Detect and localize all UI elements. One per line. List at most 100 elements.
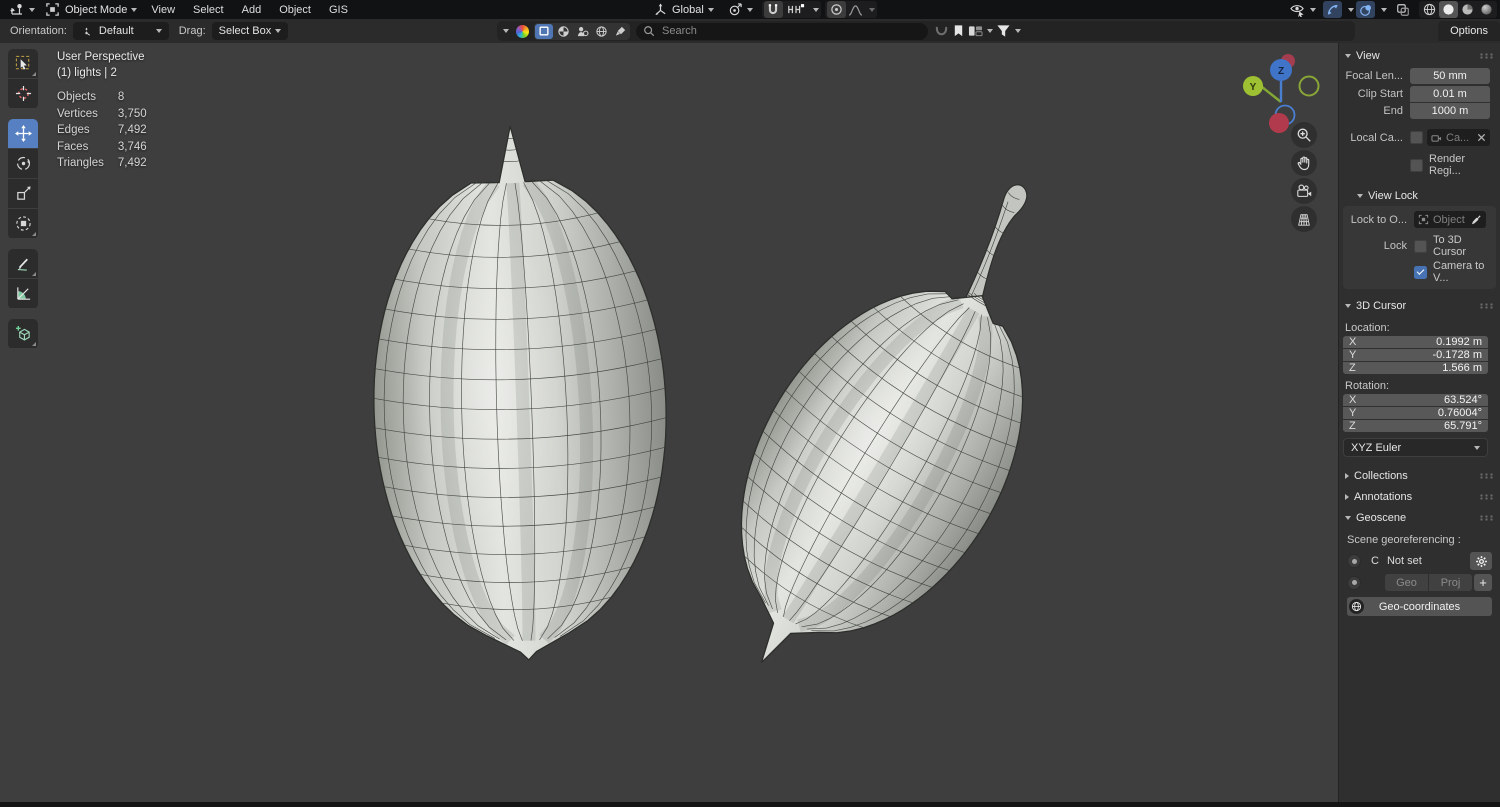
clip-start-field[interactable]: 0.01 m xyxy=(1410,86,1490,102)
rotation-mode-dropdown[interactable]: XYZ Euler xyxy=(1343,438,1488,457)
chevron-down-icon[interactable] xyxy=(1348,8,1354,12)
lock-to-object-field[interactable]: Object xyxy=(1414,211,1486,228)
asset-type-brushes-button[interactable] xyxy=(611,24,629,39)
xray-toggle[interactable] xyxy=(1393,1,1412,18)
snap-target-button[interactable] xyxy=(783,1,809,18)
asset-type-scenes-button[interactable] xyxy=(573,24,591,39)
render-region-checkbox[interactable] xyxy=(1410,159,1423,172)
cursor-tool[interactable] xyxy=(8,79,38,108)
eyedropper-icon[interactable] xyxy=(1471,214,1482,225)
show-overlays-toggle[interactable] xyxy=(1356,1,1375,18)
shading-rendered-button[interactable] xyxy=(1477,1,1496,18)
asset-type-materials-button[interactable] xyxy=(554,24,572,39)
menu-add[interactable]: Add xyxy=(233,1,271,18)
menu-select[interactable]: Select xyxy=(184,1,233,18)
pivot-point-dropdown[interactable] xyxy=(723,1,758,18)
cursor-location-y[interactable]: Y-0.1728 m xyxy=(1343,349,1488,361)
measure-tool[interactable] xyxy=(8,279,38,308)
clip-end-field[interactable]: 1000 m xyxy=(1410,103,1490,119)
mesh-pod-left[interactable] xyxy=(364,121,674,665)
scale-icon xyxy=(15,185,32,202)
toggle-ortho-button[interactable] xyxy=(1291,206,1317,232)
proj-radio[interactable] xyxy=(1347,576,1361,590)
mesh-pod-right[interactable] xyxy=(659,136,1144,725)
pan-button[interactable] xyxy=(1291,150,1317,176)
transform-tool[interactable] xyxy=(8,209,38,238)
panel-header-geoscene[interactable]: Geoscene xyxy=(1339,507,1500,528)
filter-dropdown[interactable] xyxy=(996,24,1021,38)
camera-to-view-checkbox[interactable] xyxy=(1414,266,1427,279)
object-mode-dropdown[interactable]: Object Mode xyxy=(40,1,142,18)
to-3d-cursor-checkbox[interactable] xyxy=(1414,240,1427,253)
search-input[interactable] xyxy=(660,24,921,38)
panel-grip-icon[interactable] xyxy=(1479,53,1494,59)
shading-material-button[interactable] xyxy=(1458,1,1477,18)
zoom-button[interactable] xyxy=(1291,122,1317,148)
scene-canvas[interactable] xyxy=(0,43,1338,803)
lock-label: Lock xyxy=(1343,240,1414,252)
bookmark-icon[interactable] xyxy=(952,24,965,38)
shading-wireframe-button[interactable] xyxy=(1420,1,1439,18)
select-box-tool[interactable] xyxy=(8,49,38,78)
shading-solid-button[interactable] xyxy=(1439,1,1458,18)
geo-coordinates-button[interactable]: Geo-coordinates xyxy=(1347,597,1492,616)
crs-settings-button[interactable] xyxy=(1470,552,1492,570)
local-camera-checkbox[interactable] xyxy=(1410,131,1423,144)
menu-gis[interactable]: GIS xyxy=(320,1,357,18)
chevron-down-icon[interactable] xyxy=(869,8,875,12)
annotate-tool[interactable] xyxy=(8,249,38,278)
transform-orientation-dropdown[interactable]: Global xyxy=(648,1,719,18)
panel-grip-icon[interactable] xyxy=(1479,515,1494,521)
chevron-down-icon[interactable] xyxy=(1381,8,1387,12)
camera-view-button[interactable] xyxy=(1291,178,1317,204)
move-tool[interactable] xyxy=(8,119,38,148)
visibility-dropdown[interactable] xyxy=(1284,1,1321,18)
geo-button[interactable]: Geo xyxy=(1385,574,1428,591)
crs-radio[interactable] xyxy=(1347,554,1361,568)
editor-type-selector[interactable] xyxy=(4,1,40,18)
falloff-curve-button[interactable] xyxy=(846,1,865,18)
chevron-down-icon xyxy=(747,8,753,12)
local-camera-field[interactable]: Ca... xyxy=(1427,129,1490,146)
menu-view[interactable]: View xyxy=(142,1,184,18)
add-cube-tool[interactable] xyxy=(8,319,38,348)
cursor-rotation-y[interactable]: Y0.76004° xyxy=(1343,407,1488,419)
drag-mode-dropdown[interactable]: Select Box xyxy=(212,22,289,40)
axis-x-ball[interactable] xyxy=(1269,113,1289,133)
asset-type-models-button[interactable] xyxy=(535,24,553,39)
focal-length-field[interactable]: 50 mm xyxy=(1410,68,1490,84)
proportional-edit-button[interactable] xyxy=(827,1,846,18)
cursor-rotation-z[interactable]: Z65.791° xyxy=(1343,420,1488,432)
panel-header-view-lock[interactable]: View Lock xyxy=(1339,185,1500,206)
rotate-tool[interactable] xyxy=(8,149,38,178)
chevron-down-icon[interactable] xyxy=(813,8,819,12)
orientation-default-dropdown[interactable]: Default xyxy=(73,22,169,40)
panel-grip-icon[interactable] xyxy=(1479,494,1494,500)
cursor-rotation-x[interactable]: X63.524° xyxy=(1343,394,1488,406)
axis-y-neg-ring[interactable] xyxy=(1300,77,1319,96)
panel-header-annotations[interactable]: Annotations xyxy=(1339,486,1500,507)
show-gizmo-toggle[interactable] xyxy=(1323,1,1342,18)
menu-object[interactable]: Object xyxy=(270,1,320,18)
blenderkit-logo-icon[interactable] xyxy=(516,25,529,38)
options-button[interactable]: Options xyxy=(1438,21,1500,41)
search-field[interactable] xyxy=(636,23,928,40)
panel-grip-icon[interactable] xyxy=(1479,473,1494,479)
panel-header-3d-cursor[interactable]: 3D Cursor xyxy=(1339,295,1500,316)
viewport-3d[interactable]: User Perspective (1) lights | 2 Objects8… xyxy=(0,43,1338,803)
panel-header-view[interactable]: View xyxy=(1339,45,1500,66)
axis-y-label: Y xyxy=(1250,82,1257,93)
heart-icon[interactable] xyxy=(934,24,949,38)
asset-type-hdr-button[interactable] xyxy=(592,24,610,39)
cursor-location-z[interactable]: Z1.566 m xyxy=(1343,362,1488,374)
display-settings-dropdown[interactable] xyxy=(968,24,993,38)
add-crs-button[interactable]: + xyxy=(1474,574,1492,591)
clear-x-icon[interactable] xyxy=(1477,133,1486,142)
snap-toggle-button[interactable] xyxy=(764,1,783,18)
proj-button[interactable]: Proj xyxy=(1429,574,1472,591)
panel-grip-icon[interactable] xyxy=(1479,303,1494,309)
panel-header-collections[interactable]: Collections xyxy=(1339,465,1500,486)
scale-tool[interactable] xyxy=(8,179,38,208)
cursor-location-x[interactable]: X0.1992 m xyxy=(1343,336,1488,348)
collapse-chevron-icon[interactable] xyxy=(503,29,509,33)
